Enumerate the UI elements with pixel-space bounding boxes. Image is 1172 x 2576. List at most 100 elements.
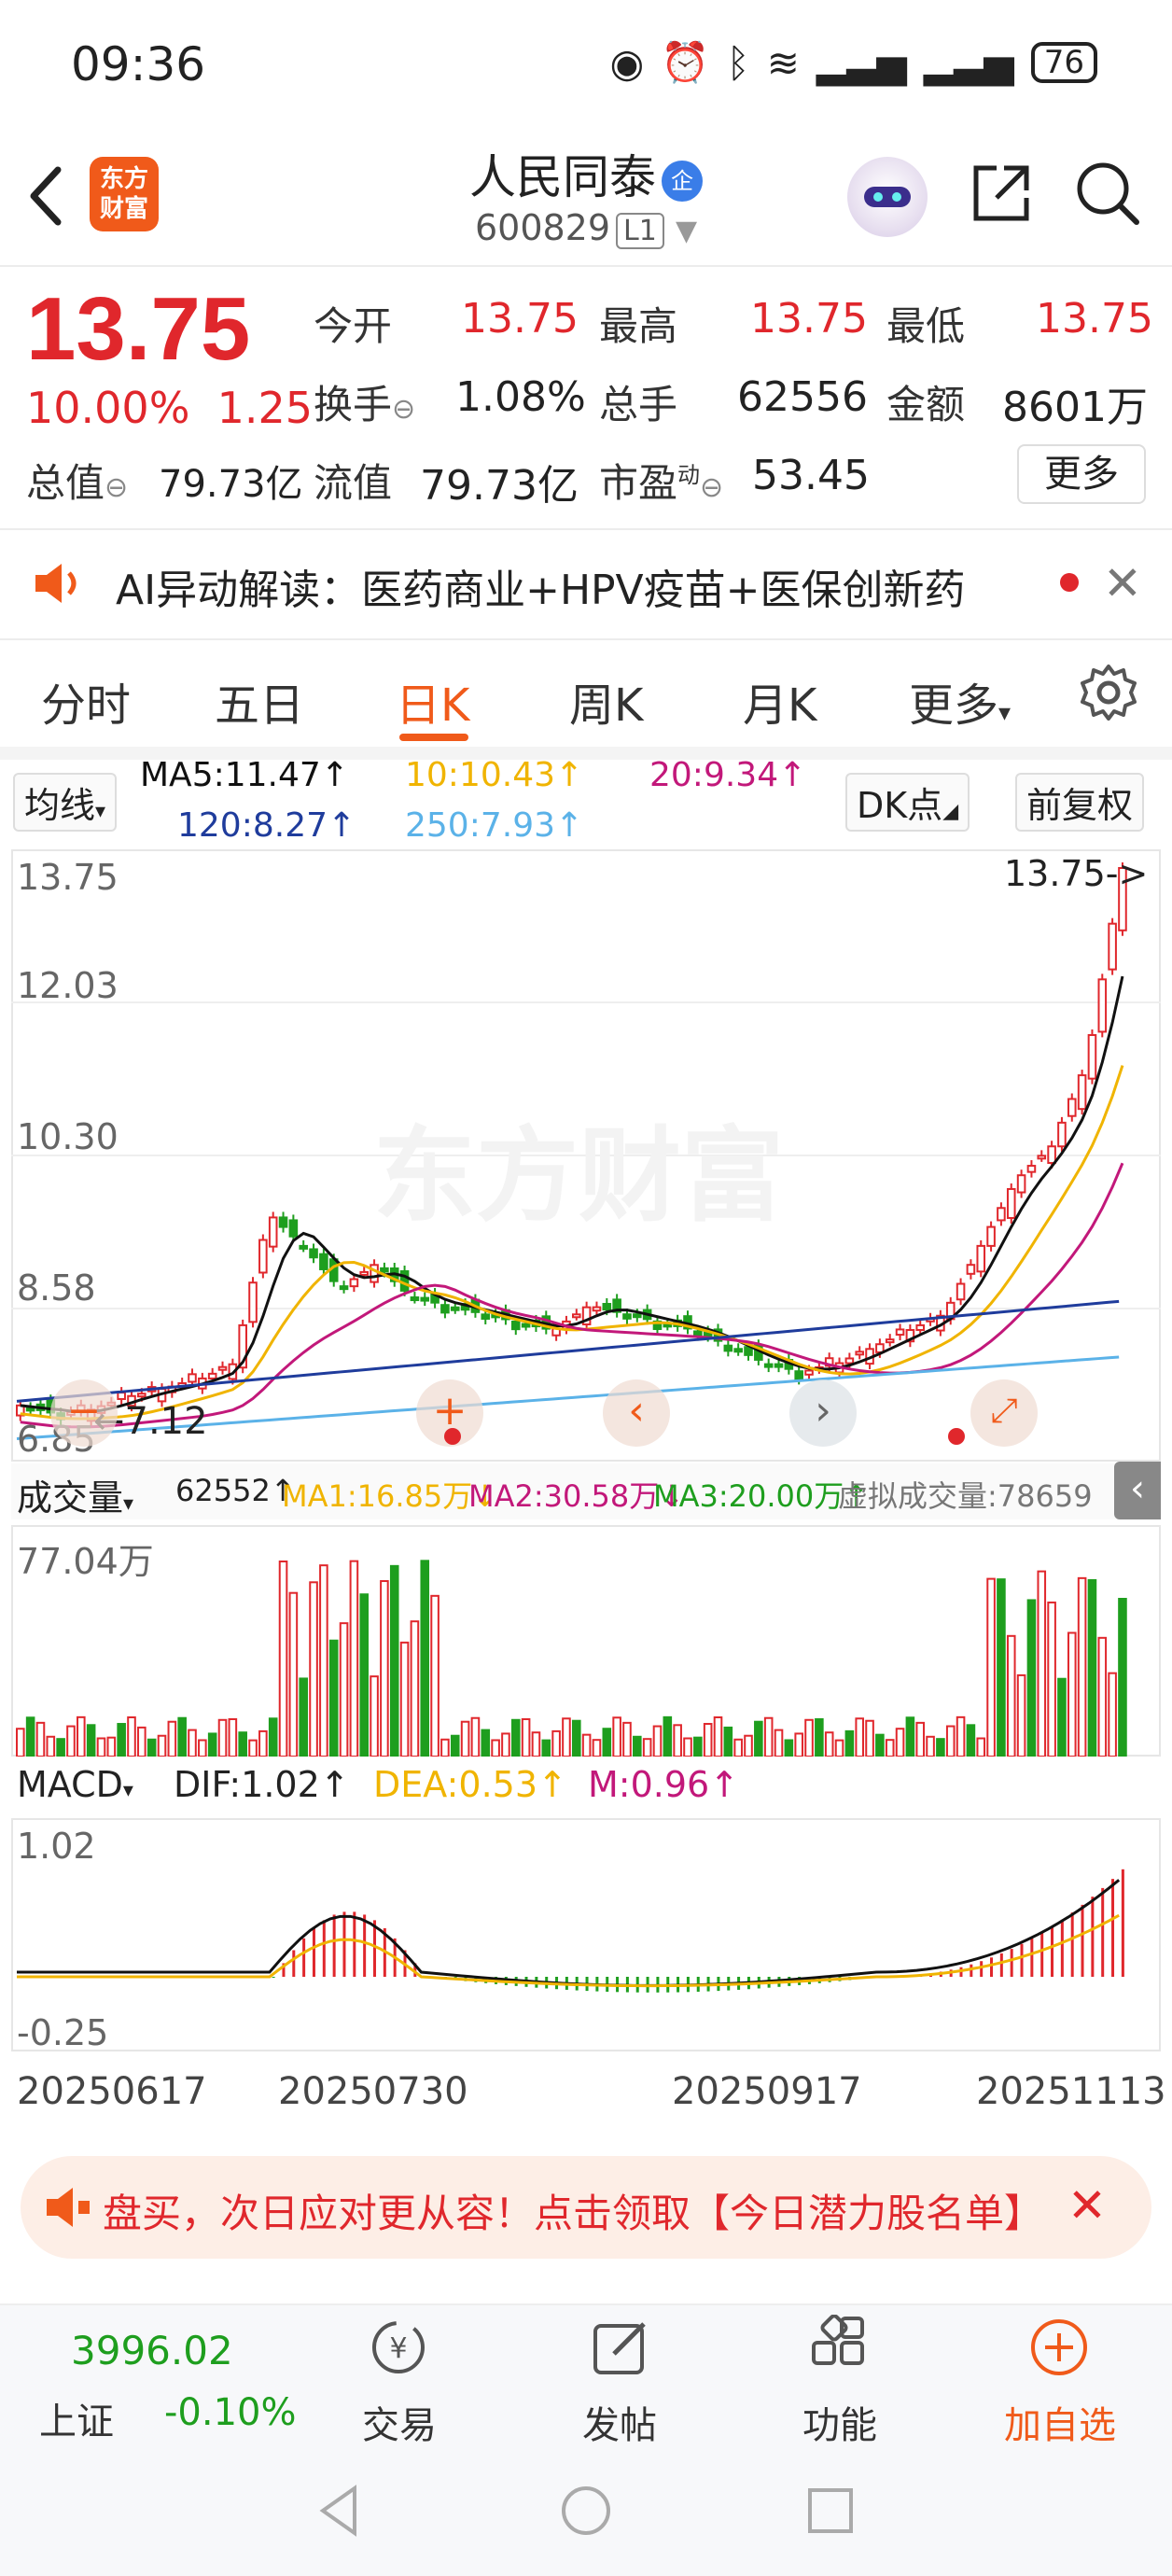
candle bbox=[895, 1328, 905, 1337]
candle bbox=[1047, 1145, 1056, 1165]
candle bbox=[997, 1207, 1006, 1222]
volume-bar bbox=[258, 1729, 268, 1757]
candle bbox=[410, 1296, 420, 1302]
index-value[interactable]: 3996.02 bbox=[71, 2328, 233, 2373]
tab-monthly-k[interactable]: 月K bbox=[743, 668, 816, 734]
ai-analysis-text[interactable]: AI异动解读：医药商业+HPV疫苗+医保创新药 bbox=[116, 556, 966, 616]
fullscreen-icon[interactable]: ⤢ bbox=[970, 1379, 1038, 1447]
volume-bar bbox=[288, 1591, 299, 1757]
nav-add-watchlist[interactable]: 加自选 bbox=[985, 2395, 1135, 2449]
ma5-value: MA5:11.47↑ bbox=[140, 756, 349, 794]
volume-value: 62552↑ bbox=[175, 1473, 296, 1508]
tab-daily-k[interactable]: 日K bbox=[396, 668, 469, 734]
collapse-panel-icon[interactable]: ‹ bbox=[1114, 1462, 1161, 1519]
nav-recents-icon[interactable] bbox=[802, 2483, 858, 2539]
index-change[interactable]: -0.10% bbox=[164, 2391, 297, 2434]
volume-bar bbox=[217, 1718, 228, 1757]
mktcap-label: 总值⊖ bbox=[26, 460, 129, 506]
header-divider bbox=[0, 265, 1172, 267]
signal-dot bbox=[444, 1428, 461, 1445]
index-name[interactable]: 上证 bbox=[39, 2391, 114, 2445]
float-value: 79.73亿 bbox=[420, 462, 579, 510]
bluetooth-icon: ᛒ bbox=[726, 39, 750, 86]
candle bbox=[1057, 1121, 1067, 1148]
volume-bar bbox=[612, 1716, 621, 1757]
tab-more[interactable]: 更多▾ bbox=[909, 668, 1011, 734]
volume-bar bbox=[763, 1716, 774, 1757]
volume-bar bbox=[389, 1564, 399, 1757]
volume-bar bbox=[1037, 1570, 1047, 1757]
volume-bar bbox=[359, 1593, 370, 1757]
nav-trade[interactable]: 交易 bbox=[325, 2395, 474, 2449]
macd-bar bbox=[990, 1957, 993, 1977]
macd-bar bbox=[342, 1911, 346, 1977]
candle bbox=[248, 1281, 258, 1323]
volume-bar bbox=[531, 1731, 541, 1757]
volume-bar bbox=[794, 1732, 803, 1757]
ma20-value: 20:9.34↑ bbox=[649, 756, 807, 794]
ai-robot-icon[interactable] bbox=[847, 157, 928, 237]
volume-selector[interactable]: 成交量▾ bbox=[17, 1469, 133, 1520]
tab-five-day[interactable]: 五日 bbox=[215, 668, 304, 734]
more-button[interactable]: 更多 bbox=[1017, 444, 1146, 504]
add-watchlist-icon[interactable] bbox=[1026, 2315, 1092, 2380]
share-icon[interactable] bbox=[969, 161, 1034, 226]
volume-bar bbox=[146, 1738, 157, 1757]
nav-functions[interactable]: 功能 bbox=[765, 2395, 914, 2449]
macd-bar bbox=[970, 1964, 973, 1977]
date-label-2: 20250730 bbox=[278, 2070, 468, 2113]
candle bbox=[380, 1267, 389, 1273]
volume-bar bbox=[1006, 1634, 1016, 1757]
volume-bar bbox=[1047, 1601, 1056, 1757]
candle bbox=[804, 1369, 814, 1376]
volume-bar bbox=[319, 1564, 328, 1757]
volume-bar bbox=[188, 1729, 197, 1757]
post-icon[interactable] bbox=[588, 2315, 653, 2380]
volume-bar bbox=[450, 1734, 460, 1757]
promo-text[interactable]: 盘买，次日应对更从容！点击领取【今日潜力股名单】 bbox=[103, 2182, 1036, 2239]
macd-bar bbox=[1060, 1919, 1064, 1977]
ma120-value: 120:8.27↑ bbox=[177, 806, 356, 845]
macd-bar bbox=[1121, 1869, 1124, 1977]
search-icon[interactable] bbox=[1073, 159, 1142, 228]
volume-bar bbox=[592, 1739, 602, 1757]
tab-intraday[interactable]: 分时 bbox=[41, 668, 131, 734]
volume-bar bbox=[1108, 1672, 1117, 1757]
date-label-3: 20250917 bbox=[672, 2070, 862, 2113]
candle bbox=[774, 1363, 784, 1368]
scroll-right-icon[interactable]: › bbox=[789, 1379, 857, 1447]
candle bbox=[1037, 1155, 1047, 1160]
volume-bar bbox=[1016, 1673, 1026, 1757]
gear-icon[interactable] bbox=[1079, 663, 1138, 722]
volume-bar bbox=[693, 1736, 703, 1757]
y-label-top: 13.75 bbox=[17, 857, 119, 898]
volume-bar bbox=[410, 1620, 420, 1757]
promo-close-icon[interactable]: ✕ bbox=[1067, 2178, 1107, 2233]
dk-point-selector[interactable]: DK点◢ bbox=[845, 773, 970, 832]
speaker-icon bbox=[35, 564, 77, 603]
candle bbox=[693, 1330, 703, 1337]
volume-bar bbox=[278, 1560, 288, 1757]
volume-bar bbox=[228, 1717, 238, 1757]
close-icon[interactable]: ✕ bbox=[1103, 556, 1142, 610]
trade-icon[interactable]: ¥ bbox=[366, 2315, 431, 2380]
functions-icon[interactable] bbox=[806, 2315, 872, 2380]
nav-back-icon[interactable] bbox=[314, 2483, 370, 2539]
volume-bar bbox=[1087, 1578, 1097, 1757]
volume-bar bbox=[157, 1734, 167, 1757]
status-time: 09:36 bbox=[71, 37, 206, 91]
nav-home-icon[interactable] bbox=[558, 2483, 614, 2539]
volume-bar bbox=[834, 1739, 844, 1757]
candle bbox=[976, 1244, 986, 1273]
candle bbox=[633, 1313, 642, 1319]
ma-selector[interactable]: 均线▾ bbox=[13, 773, 118, 832]
zoom-out-icon[interactable]: − bbox=[50, 1379, 118, 1447]
tab-weekly-k[interactable]: 周K bbox=[569, 668, 643, 734]
macd-selector[interactable]: MACD▾ bbox=[17, 1764, 133, 1805]
nav-post[interactable]: 发帖 bbox=[545, 2395, 694, 2449]
adjust-selector[interactable]: 前复权 bbox=[1015, 773, 1145, 832]
current-price: 13.75 bbox=[26, 279, 251, 379]
scroll-left-icon[interactable]: ‹ bbox=[603, 1379, 670, 1447]
volume-bar bbox=[986, 1577, 996, 1757]
volume-bar bbox=[510, 1718, 521, 1757]
